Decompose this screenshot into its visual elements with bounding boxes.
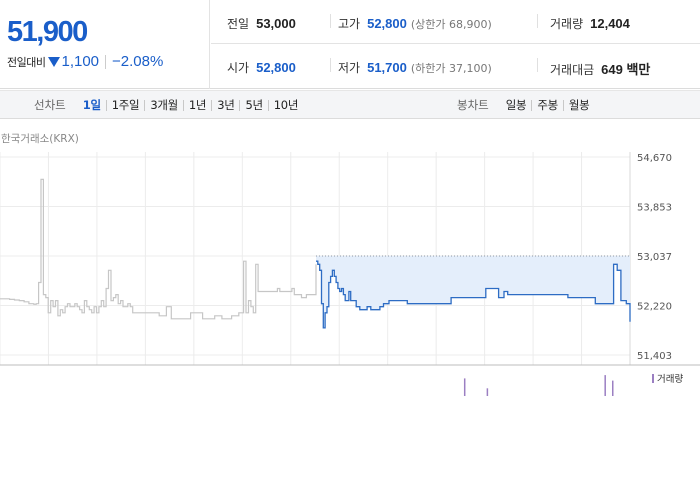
change-label: 전일대비 bbox=[7, 55, 46, 69]
stat-divider bbox=[537, 14, 538, 28]
stat-value: 649 백만 bbox=[601, 62, 651, 77]
stats-row: 시가 52,800 저가 51,700 (하한가 37,100) 거래대금 64… bbox=[211, 44, 700, 88]
volume-bar bbox=[463, 378, 466, 396]
line-chart-title: 선차트 bbox=[34, 98, 66, 112]
chart-period-tabs: 선차트 1일 1주일 3개월 1년 3년 5년 10년 봉차트 일봉 주봉 월봉 bbox=[0, 90, 700, 119]
stock-summary: 51,900 전일대비 1,100 −2.08% 전일 53,000 고가 52… bbox=[0, 0, 700, 89]
stat-low: 저가 51,700 (하한가 37,100) bbox=[338, 59, 492, 76]
change-divider bbox=[105, 54, 107, 69]
intraday-chart: 54,670 53,853 53,037 52,220 51,403 거래량 한국거래소(… bbox=[0, 122, 700, 398]
y-tick-label: 53,037 bbox=[637, 252, 672, 263]
y-tick-label: 53,853 bbox=[637, 203, 672, 214]
y-tick-label: 51,403 bbox=[637, 351, 672, 362]
tab-1year[interactable]: 1년 bbox=[184, 97, 211, 113]
change-rate: −2.08% bbox=[112, 53, 164, 70]
stat-divider bbox=[537, 58, 538, 72]
candle-chart-tabs: 봉차트 일봉 주봉 월봉 bbox=[457, 97, 594, 113]
current-price: 51,900 bbox=[7, 16, 88, 48]
tab-daily-candle[interactable]: 일봉 bbox=[501, 97, 532, 113]
price-box: 51,900 전일대비 1,100 −2.08% bbox=[0, 0, 210, 89]
stats-row: 전일 53,000 고가 52,800 (상한가 68,900) 거래량 12,… bbox=[211, 0, 700, 44]
stat-trade-value: 거래대금 649 백만 bbox=[550, 59, 650, 78]
tab-10years[interactable]: 10년 bbox=[269, 97, 303, 113]
price-change: 전일대비 1,100 −2.08% bbox=[7, 53, 163, 70]
volume-bar bbox=[486, 388, 489, 396]
volume-bar bbox=[612, 380, 614, 396]
previous-day-line bbox=[0, 178, 317, 320]
tab-monthly-candle[interactable]: 월봉 bbox=[564, 97, 595, 113]
stat-divider bbox=[330, 58, 331, 72]
exchange-label: 한국거래소(KRX) bbox=[1, 133, 79, 145]
stat-value: 51,700 bbox=[367, 60, 407, 75]
stat-volume: 거래량 12,404 bbox=[550, 15, 630, 32]
stat-divider bbox=[330, 14, 331, 28]
stat-label: 거래량 bbox=[550, 17, 584, 31]
tab-3months[interactable]: 3개월 bbox=[145, 97, 183, 113]
change-value: 1,100 bbox=[61, 53, 100, 70]
stat-label: 거래대금 bbox=[550, 63, 595, 77]
stat-prev-close: 전일 53,000 bbox=[227, 15, 296, 32]
volume-legend-swatch bbox=[652, 374, 654, 383]
tab-weekly-candle[interactable]: 주봉 bbox=[532, 97, 563, 113]
line-chart-tabs: 선차트 1일 1주일 3개월 1년 3년 5년 10년 bbox=[34, 97, 303, 113]
tab-1day[interactable]: 1일 bbox=[78, 97, 106, 113]
price-chart-svg: 54,670 53,853 53,037 52,220 51,403 거래량 bbox=[0, 152, 700, 396]
stat-label: 고가 bbox=[338, 17, 361, 31]
stat-open: 시가 52,800 bbox=[227, 59, 296, 76]
stat-label: 시가 bbox=[227, 61, 250, 75]
tab-3years[interactable]: 3년 bbox=[212, 97, 239, 113]
stat-sub: (하한가 37,100) bbox=[410, 62, 492, 75]
stat-label: 저가 bbox=[338, 61, 361, 75]
stat-high: 고가 52,800 (상한가 68,900) bbox=[338, 15, 492, 32]
stat-value: 52,800 bbox=[367, 16, 407, 31]
volume-legend-label: 거래량 bbox=[657, 373, 683, 385]
candle-chart-title: 봉차트 bbox=[457, 98, 489, 112]
stats-table: 전일 53,000 고가 52,800 (상한가 68,900) 거래량 12,… bbox=[211, 0, 700, 89]
stat-value: 12,404 bbox=[590, 16, 630, 31]
y-tick-label: 54,670 bbox=[637, 153, 672, 164]
y-tick-label: 52,220 bbox=[637, 302, 672, 313]
stat-value: 52,800 bbox=[256, 60, 296, 75]
stat-sub: (상한가 68,900) bbox=[410, 18, 492, 31]
tab-1week[interactable]: 1주일 bbox=[107, 97, 145, 113]
tab-5years[interactable]: 5년 bbox=[240, 97, 267, 113]
volume-bar bbox=[604, 375, 606, 396]
stat-label: 전일 bbox=[227, 17, 250, 31]
today-area-fill bbox=[316, 256, 630, 328]
down-arrow-icon bbox=[48, 56, 61, 67]
stat-value: 53,000 bbox=[256, 16, 296, 31]
